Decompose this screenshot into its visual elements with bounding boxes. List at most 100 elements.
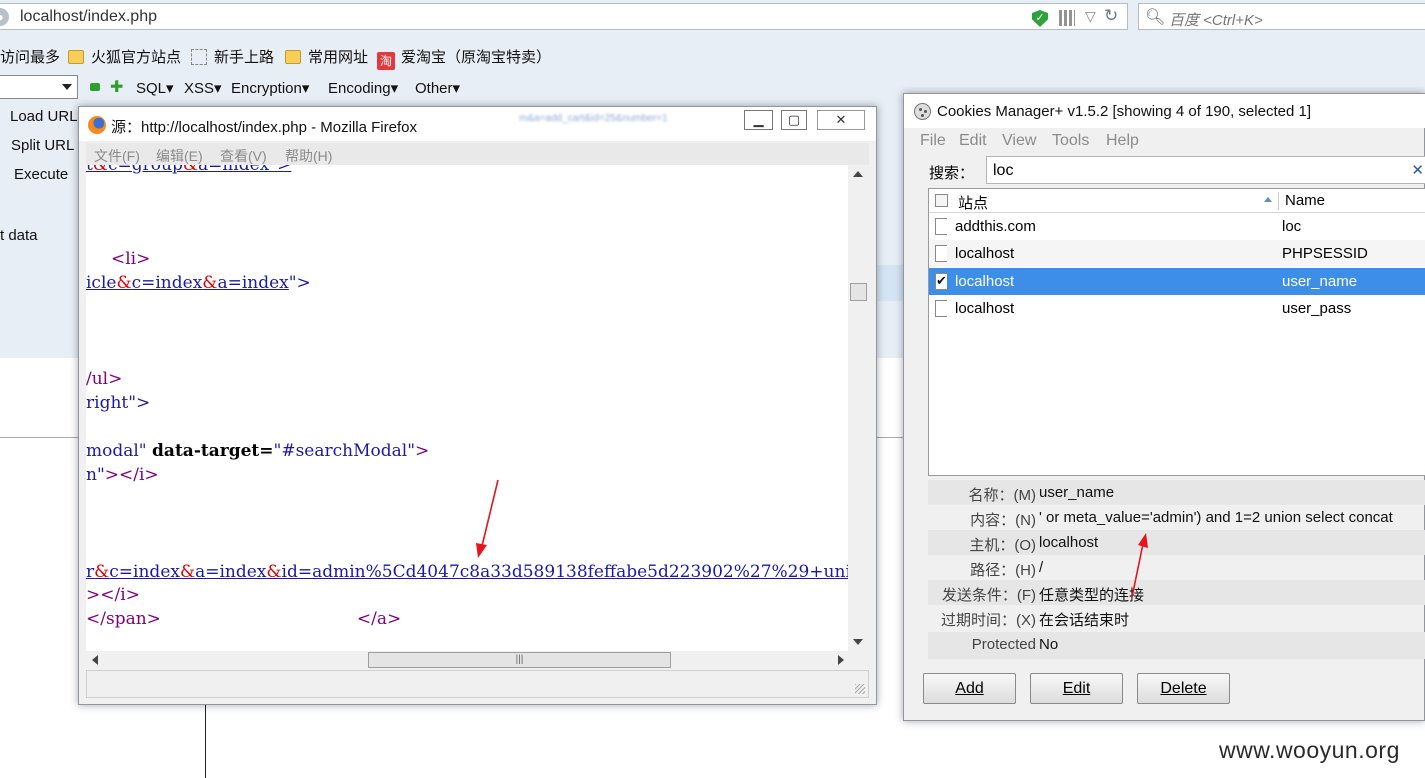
- table-row[interactable]: localhost PHPSESSID: [929, 240, 1425, 267]
- scroll-right-icon[interactable]: [838, 655, 844, 665]
- table-row-selected[interactable]: localhost user_name: [929, 268, 1425, 295]
- code-token: a=index: [217, 273, 289, 293]
- code-token: id=admin%5Cd4047c8a33d589138feffabe5d223…: [281, 562, 848, 582]
- cell-site: addthis.com: [955, 218, 1036, 235]
- detail-value[interactable]: No: [1039, 636, 1058, 653]
- select-all-checkbox[interactable]: [935, 194, 948, 207]
- bookmark-label: 常用网址: [308, 49, 369, 66]
- horizontal-scrollbar[interactable]: |||: [86, 651, 848, 669]
- detail-value[interactable]: user_name: [1039, 484, 1114, 501]
- scroll-thumb[interactable]: |||: [368, 652, 671, 668]
- view-source-window: 源：http://localhost/index.php - Mozilla F…: [78, 106, 877, 705]
- minus-icon[interactable]: [90, 83, 100, 91]
- menu-encoding[interactable]: Encoding▾: [328, 79, 398, 97]
- clear-icon[interactable]: ✕: [1411, 161, 1424, 179]
- minimize-button[interactable]: ▁: [744, 110, 773, 130]
- detail-value[interactable]: ' or meta_value='admin') and 1=2 union s…: [1039, 509, 1393, 526]
- add-button[interactable]: Add: [923, 673, 1016, 704]
- menu-file[interactable]: File: [920, 132, 946, 150]
- bookmark-getting-started[interactable]: 新手上路: [191, 46, 274, 67]
- row-checkbox-checked[interactable]: [935, 273, 947, 290]
- code-link[interactable]: icle&c=index&a=index: [86, 273, 289, 293]
- chevron-down-icon[interactable]: ▽: [1085, 8, 1096, 25]
- code-link[interactable]: t&c=group&a=index">: [86, 165, 291, 175]
- code-token: "#searchModal": [273, 441, 416, 461]
- code-link[interactable]: r&c=index&a=index&id=admin%5Cd4047c8a33d…: [86, 562, 848, 582]
- bookmark-aitaobao[interactable]: 淘爱淘宝（原淘宝特卖）: [377, 46, 551, 70]
- column-header-site[interactable]: 站点: [958, 192, 988, 213]
- resize-grip-icon[interactable]: [855, 684, 865, 694]
- code-line: r&c=index&a=index&id=admin%5Cd4047c8a33d…: [86, 562, 848, 582]
- cookies-table: 站点 Name addthis.com loc localhost PHPSES…: [928, 188, 1425, 476]
- search-bar[interactable]: 🔍︎ 百度 <Ctrl+K>: [1138, 3, 1425, 30]
- load-url-button[interactable]: Load URL: [10, 108, 78, 125]
- window-titlebar[interactable]: Cookies Manager+ v1.5.2 [showing 4 of 19…: [904, 94, 1425, 128]
- detail-value[interactable]: 任意类型的连接: [1039, 584, 1144, 605]
- menu-help[interactable]: 帮助(H): [285, 146, 332, 166]
- detail-row-send-for: 发送条件：(F) 任意类型的连接: [928, 580, 1425, 605]
- window-titlebar[interactable]: 源：http://localhost/index.php - Mozilla F…: [79, 107, 876, 141]
- scroll-up-icon[interactable]: [853, 171, 863, 177]
- scroll-left-icon[interactable]: [92, 655, 98, 665]
- bookmark-common-sites[interactable]: 常用网址: [285, 46, 368, 67]
- scroll-down-icon[interactable]: [853, 639, 863, 645]
- detail-row-name: 名称：(M) user_name: [928, 480, 1425, 505]
- detail-value[interactable]: 在会话结束时: [1039, 609, 1129, 630]
- detail-row-expires: 过期时间：(X) 在会话结束时: [928, 605, 1425, 630]
- menu-label: Encryption: [231, 80, 302, 97]
- row-checkbox[interactable]: [935, 245, 947, 262]
- folder-icon: [285, 50, 301, 64]
- source-code-view[interactable]: t&c=group&a=index"> <li> icle&c=index&a=…: [86, 165, 848, 651]
- menu-file[interactable]: 文件(F): [94, 146, 140, 166]
- cell-site: localhost: [955, 300, 1015, 317]
- vertical-scrollbar[interactable]: [848, 165, 869, 651]
- reload-icon[interactable]: ↻: [1104, 6, 1118, 26]
- edit-button[interactable]: Edit: [1030, 673, 1123, 704]
- bookmark-most-visited[interactable]: 访问最多: [0, 46, 60, 67]
- menu-tools[interactable]: Tools: [1052, 132, 1089, 150]
- menu-other[interactable]: Other▾: [415, 79, 460, 97]
- column-separator[interactable]: [1278, 192, 1279, 210]
- plus-icon[interactable]: ✚: [110, 77, 123, 97]
- detail-value[interactable]: localhost: [1039, 534, 1098, 551]
- row-checkbox[interactable]: [935, 300, 947, 317]
- execute-button[interactable]: Execute: [14, 166, 68, 183]
- menu-encryption[interactable]: Encryption▾: [231, 79, 309, 97]
- search-icon[interactable]: 🔍︎: [1145, 7, 1165, 27]
- menu-edit[interactable]: Edit: [959, 132, 987, 150]
- menu-view[interactable]: 查看(V): [220, 146, 267, 166]
- menu-xss[interactable]: XSS▾: [184, 79, 222, 97]
- bookmark-firefox-site[interactable]: 火狐官方站点: [68, 46, 181, 67]
- table-row[interactable]: localhost user_pass: [929, 295, 1425, 322]
- column-header-name[interactable]: Name: [1285, 192, 1325, 209]
- code-line: n"></i>: [86, 465, 159, 485]
- table-row[interactable]: addthis.com loc: [929, 213, 1425, 240]
- menu-label: Encoding: [328, 80, 391, 97]
- search-input[interactable]: loc ✕: [986, 156, 1425, 184]
- maximize-button[interactable]: ▢: [781, 110, 807, 130]
- hackbar-select[interactable]: [0, 75, 78, 99]
- firefox-icon: [88, 116, 106, 134]
- split-url-button[interactable]: Split URL: [11, 137, 74, 154]
- search-label: 搜索：: [929, 165, 975, 182]
- menu-help[interactable]: Help: [1106, 132, 1139, 150]
- url-bar[interactable]: ● localhost/index.php ✓ ▽ ↻: [0, 3, 1128, 30]
- shield-icon[interactable]: ✓: [1032, 10, 1048, 27]
- close-button[interactable]: ✕: [817, 110, 865, 130]
- url-text[interactable]: localhost/index.php: [20, 8, 157, 26]
- code-token: t: [86, 165, 93, 175]
- cookie-details: 名称：(M) user_name 内容：(N) ' or meta_value='a…: [928, 480, 1425, 660]
- delete-button[interactable]: Delete: [1137, 673, 1230, 704]
- menu-sql[interactable]: SQL▾: [136, 79, 174, 97]
- table-header: 站点 Name: [929, 189, 1425, 213]
- chevron-down-icon: [62, 84, 72, 90]
- scroll-thumb[interactable]: [850, 283, 867, 301]
- row-checkbox[interactable]: [935, 218, 947, 235]
- post-data-label: t data: [0, 227, 38, 244]
- detail-value[interactable]: /: [1039, 559, 1043, 576]
- bookmark-label: 新手上路: [214, 49, 275, 66]
- qr-code-icon[interactable]: [1059, 10, 1075, 26]
- menu-edit[interactable]: 编辑(E): [156, 146, 203, 166]
- code-token: data-target: [152, 441, 260, 461]
- menu-view[interactable]: View: [1002, 132, 1036, 150]
